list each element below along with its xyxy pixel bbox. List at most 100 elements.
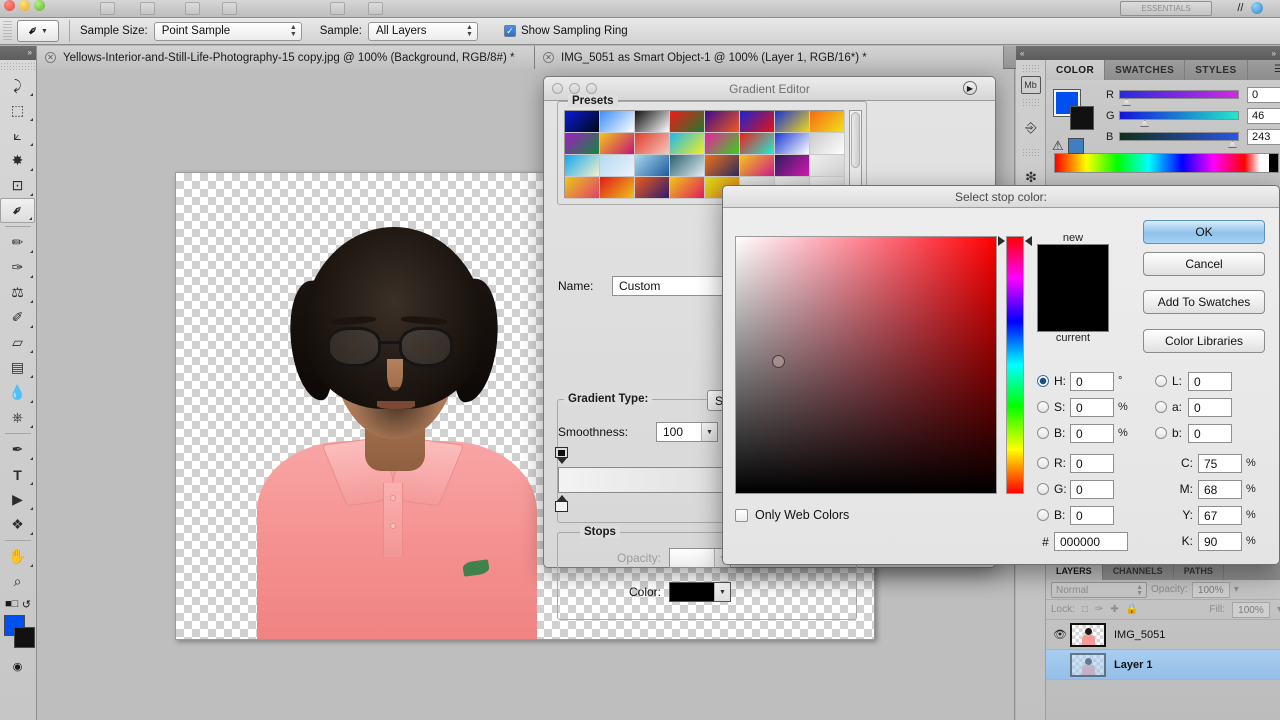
tools-panel-collapse-button[interactable]: » xyxy=(0,46,36,60)
dock-collapse-right-icon[interactable]: » xyxy=(1272,49,1276,58)
radio-b-lab-icon[interactable] xyxy=(1155,427,1167,439)
close-icon[interactable] xyxy=(552,83,563,94)
mini-bridge-icon[interactable]: Mb xyxy=(1020,76,1041,94)
minimize-window-button[interactable] xyxy=(19,0,30,11)
gradient-preset-swatch[interactable] xyxy=(635,133,670,155)
gradient-tool[interactable]: ▤ xyxy=(0,355,35,380)
gradient-editor-window-controls[interactable] xyxy=(552,83,597,94)
smoothness-input[interactable]: 100 ▼ xyxy=(656,422,718,442)
gradient-preset-swatch[interactable] xyxy=(600,133,635,155)
dock-collapse-left-icon[interactable]: « xyxy=(1020,49,1024,58)
brush-tool[interactable]: ✑ xyxy=(0,255,35,280)
slider-knob-icon[interactable] xyxy=(1228,141,1237,148)
radio-a-icon[interactable] xyxy=(1155,401,1167,413)
gradient-preset-swatch[interactable] xyxy=(740,111,775,133)
default-colors-icon[interactable]: ■□ xyxy=(5,598,18,611)
document-tab-1[interactable]: ✕ Yellows-Interior-and-Still-Life-Photog… xyxy=(37,46,535,69)
quick-selection-tool[interactable]: ✸ xyxy=(0,148,35,173)
gradient-preset-swatch[interactable] xyxy=(565,155,600,177)
close-icon[interactable]: ✕ xyxy=(543,52,554,63)
color-swatches[interactable] xyxy=(0,611,35,655)
k-input[interactable]: 90 xyxy=(1198,531,1242,551)
radio-b-brightness-icon[interactable] xyxy=(1037,427,1049,439)
color-panel-swatches[interactable] xyxy=(1053,89,1096,130)
new-current-color-swatch[interactable] xyxy=(1037,244,1109,332)
panel-strip-grip[interactable] xyxy=(1022,64,1039,72)
view-extras-icon[interactable] xyxy=(185,2,200,15)
panel-menu-icon[interactable]: ☰ xyxy=(1274,64,1280,75)
screen-mode-icon[interactable] xyxy=(368,2,383,15)
guides-icon[interactable] xyxy=(222,2,237,15)
hand-tool[interactable]: ✋ xyxy=(0,544,35,569)
type-tool[interactable]: T xyxy=(0,462,35,487)
fill-value[interactable]: 100% xyxy=(1231,601,1270,618)
lab-row-b[interactable]: b: 0 xyxy=(1155,422,1232,444)
color-ramp[interactable] xyxy=(1054,153,1279,173)
bridge-icon[interactable] xyxy=(100,2,115,15)
gradient-preset-swatch[interactable] xyxy=(670,133,705,155)
eyedropper-tool[interactable]: ✒ xyxy=(0,198,35,223)
add-to-swatches-button[interactable]: Add To Swatches xyxy=(1143,290,1265,314)
shape-tool[interactable]: ❖ xyxy=(0,512,35,537)
mini-bridge-icon[interactable] xyxy=(140,2,155,15)
gradient-preset-swatch[interactable] xyxy=(705,111,740,133)
gradient-preset-swatch[interactable] xyxy=(740,155,775,177)
lab-row-a[interactable]: a: 0 xyxy=(1155,396,1232,418)
layer-name[interactable]: IMG_5051 xyxy=(1114,629,1165,641)
gradient-preset-swatch[interactable] xyxy=(810,155,845,177)
m-input[interactable]: 68 xyxy=(1198,479,1242,499)
gradient-preset-swatch[interactable] xyxy=(635,111,670,133)
quick-mask-icon[interactable]: ◉ xyxy=(0,655,35,677)
opacity-stepper-icon[interactable]: ▾ xyxy=(1234,584,1239,595)
chevron-down-icon[interactable]: ▼ xyxy=(701,423,717,441)
presets-menu-icon[interactable]: ▶ xyxy=(963,81,977,95)
gamut-warning[interactable]: ⚠ xyxy=(1052,138,1084,154)
blur-tool[interactable]: 💧 xyxy=(0,380,35,405)
close-icon[interactable]: ✕ xyxy=(45,52,56,63)
radio-b-blue-icon[interactable] xyxy=(1037,509,1049,521)
layer-row-img-5051[interactable]: 👁 IMG_5051 xyxy=(1046,620,1280,650)
select-stop-color-titlebar[interactable]: Select stop color: xyxy=(723,186,1279,208)
layer-row-layer-1[interactable]: Layer 1 xyxy=(1046,650,1280,680)
bluetooth-icon[interactable] xyxy=(1251,2,1264,14)
r-input[interactable]: 0 xyxy=(1070,453,1114,473)
gradient-preset-swatch[interactable] xyxy=(670,155,705,177)
gradient-preset-swatch[interactable] xyxy=(670,111,705,133)
gradient-preset-swatch[interactable] xyxy=(775,155,810,177)
channel-r-value[interactable]: 0 xyxy=(1247,86,1280,103)
radio-r-icon[interactable] xyxy=(1037,457,1049,469)
lock-pixels-icon[interactable]: ✑ xyxy=(1095,604,1103,615)
gradient-preset-swatch[interactable] xyxy=(635,155,670,177)
stop-color-swatch[interactable]: ▼ xyxy=(669,582,731,602)
opacity-value[interactable]: 100% xyxy=(1191,581,1230,598)
saturation-brightness-field[interactable] xyxy=(735,236,997,494)
gamut-proxy-swatch[interactable] xyxy=(1067,138,1084,154)
minimize-icon[interactable] xyxy=(569,83,580,94)
gradient-preset-swatch[interactable] xyxy=(600,111,635,133)
lab-row-l[interactable]: L: 0 xyxy=(1155,370,1232,392)
gradient-preset-swatch[interactable] xyxy=(600,177,635,199)
crop-tool[interactable]: ⊡ xyxy=(0,173,35,198)
tab-styles[interactable]: STYLES xyxy=(1185,60,1248,80)
dock-header[interactable]: « » xyxy=(1016,46,1280,60)
zoom-window-button[interactable] xyxy=(34,0,45,11)
lasso-tool[interactable]: ⟀ xyxy=(0,123,35,148)
channel-b-value[interactable]: 243 xyxy=(1247,128,1280,145)
radio-s-icon[interactable] xyxy=(1037,401,1049,413)
window-traffic-lights[interactable] xyxy=(4,0,45,11)
radio-l-icon[interactable] xyxy=(1155,375,1167,387)
b-brightness-input[interactable]: 0 xyxy=(1070,423,1114,443)
hsb-row-h[interactable]: H: 0 ° xyxy=(1037,370,1128,392)
channel-b-slider[interactable] xyxy=(1119,132,1239,148)
layer-name[interactable]: Layer 1 xyxy=(1114,659,1153,671)
show-sampling-ring-checkbox[interactable]: ✓ Show Sampling Ring xyxy=(503,25,634,37)
a-input[interactable]: 0 xyxy=(1188,397,1232,417)
y-input[interactable]: 67 xyxy=(1198,505,1242,525)
gradient-preset-swatch[interactable] xyxy=(740,133,775,155)
c-input[interactable]: 75 xyxy=(1198,453,1242,473)
hsb-row-s[interactable]: S: 0 % xyxy=(1037,396,1128,418)
gradient-preset-swatch[interactable] xyxy=(565,177,600,199)
select-stop-color-cancel-button[interactable]: Cancel xyxy=(1143,252,1265,276)
scrollbar-thumb[interactable] xyxy=(851,112,860,168)
path-selection-tool[interactable]: ▶ xyxy=(0,487,35,512)
